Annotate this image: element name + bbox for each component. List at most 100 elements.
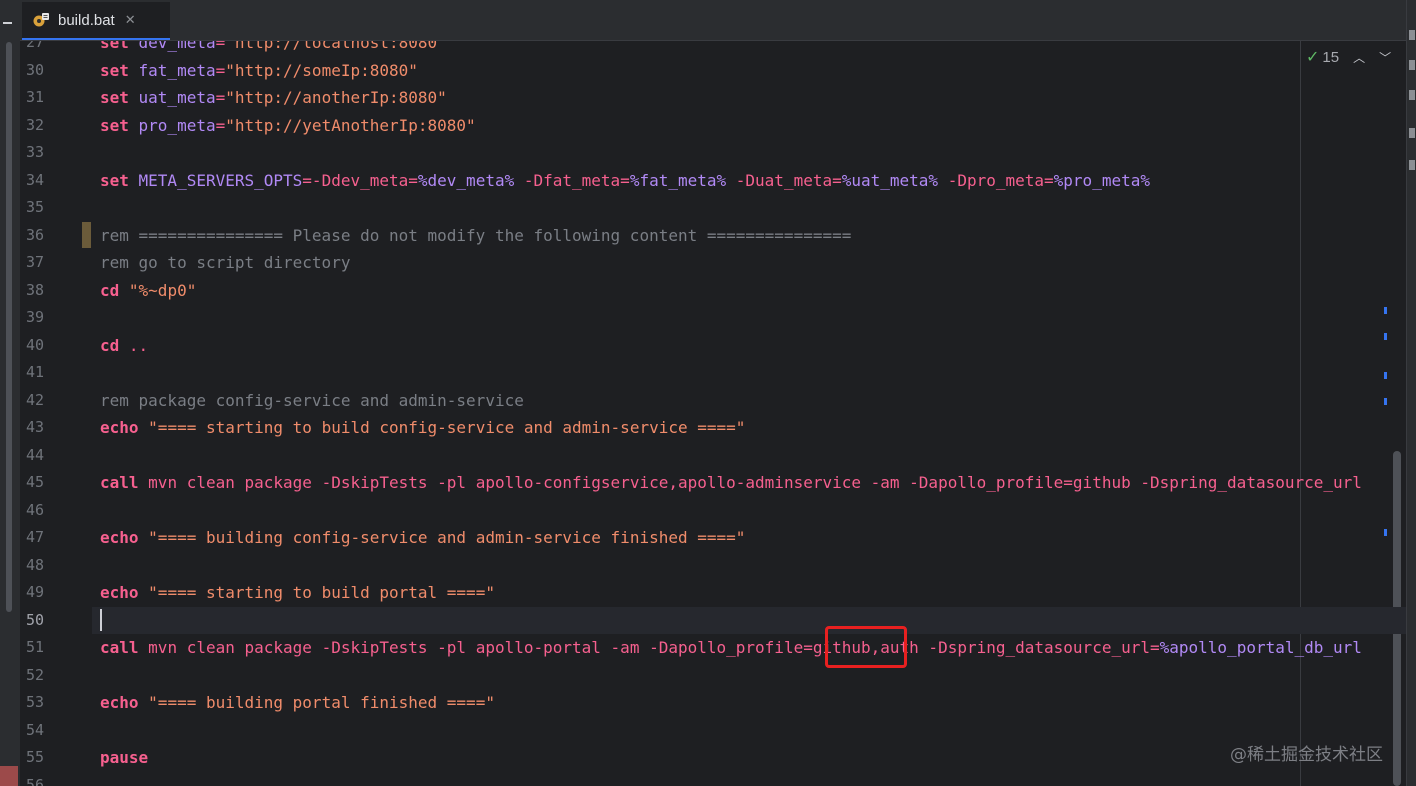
line-code: rem go to script directory — [100, 249, 350, 276]
minimize-icon[interactable] — [3, 22, 12, 24]
code-line[interactable]: 38 cd "%~dp0" — [20, 277, 1406, 304]
code-line[interactable]: 40 cd .. — [20, 332, 1406, 359]
code-token: cd — [100, 280, 129, 300]
code-line[interactable]: 37 rem go to script directory — [20, 249, 1406, 276]
code-line[interactable]: 52 — [20, 662, 1406, 689]
code-line[interactable]: 27 set dev_meta="http://localhost:8080" — [20, 41, 1406, 56]
line-number: 46 — [25, 500, 44, 519]
code-line[interactable]: 42 rem package config-service and admin-s… — [20, 387, 1406, 414]
code-line[interactable]: 50 — [20, 607, 1406, 634]
code-token: fat_meta — [138, 60, 216, 80]
line-number: 33 — [25, 143, 44, 161]
code-line[interactable]: 41 — [20, 359, 1406, 386]
code-token: "==== building config-service and admin-… — [148, 528, 746, 547]
code-token: %apollo_portal_db_url — [1159, 638, 1362, 657]
code-token: "http://yetAnotherIp:8080" — [225, 115, 476, 135]
code-token: set — [100, 170, 139, 190]
line-number: 54 — [25, 720, 44, 739]
text-caret — [100, 608, 102, 631]
line-number: 42 — [25, 390, 44, 409]
code-token: echo — [100, 693, 149, 712]
code-token: call — [100, 473, 149, 492]
highlight-box — [825, 626, 907, 668]
left-tool-strip — [0, 0, 21, 786]
line-number: 48 — [25, 555, 44, 574]
error-marker — [0, 766, 18, 786]
line-number: 39 — [25, 308, 44, 326]
line-code: rem package config-service and admin-ser… — [100, 387, 524, 414]
line-number: 50 — [25, 610, 44, 629]
code-line[interactable]: 47 echo "==== building config-service and… — [20, 524, 1406, 551]
editor-tab-bar: build.bat ✕ — [20, 0, 1406, 41]
code-line[interactable]: 48 — [20, 552, 1406, 579]
code-token: "==== starting to build portal ====" — [148, 583, 495, 602]
code-line[interactable]: 46 — [20, 497, 1406, 524]
code-line[interactable]: 56 — [20, 772, 1406, 786]
line-number: 32 — [25, 115, 44, 134]
code-line[interactable]: 54 — [20, 717, 1406, 744]
code-line[interactable]: 31 set uat_meta="http://anotherIp:8080" — [20, 84, 1406, 111]
line-code: cd "%~dp0" — [100, 277, 196, 304]
line-number: 43 — [25, 418, 44, 436]
line-code: rem =============== Please do not modify… — [100, 222, 851, 249]
code-token: rem go to script directory — [100, 253, 351, 272]
line-code: cd .. — [100, 332, 148, 359]
line-number: 47 — [25, 528, 44, 546]
line-code: echo "==== starting to build portal ====… — [100, 579, 495, 606]
line-code: call mvn clean package -DskipTests -pl a… — [100, 469, 1362, 496]
left-scrollbar[interactable] — [6, 42, 12, 612]
code-token: set — [100, 41, 139, 52]
code-line[interactable]: 30 set fat_meta="http://someIp:8080" — [20, 57, 1406, 84]
line-number: 31 — [25, 88, 44, 106]
code-token: "==== starting to build config-service a… — [148, 418, 746, 437]
code-editor[interactable]: ✓ 15 ︿ ﹀ 27 set dev_meta="http://localhos… — [20, 41, 1406, 786]
code-token: META_SERVERS_OPTS — [138, 170, 303, 190]
code-token: mvn clean package -DskipTests -pl apollo… — [148, 473, 1362, 492]
line-number: 38 — [25, 280, 44, 299]
code-line[interactable]: 43 echo "==== starting to build config-se… — [20, 414, 1406, 441]
line-number: 34 — [25, 170, 44, 189]
code-token: %dev_meta% — [417, 170, 515, 190]
close-icon[interactable]: ✕ — [125, 13, 136, 28]
code-token: echo — [100, 528, 149, 547]
code-token: call — [100, 638, 149, 657]
tool-window-icon[interactable] — [1409, 128, 1415, 138]
code-line[interactable]: 32 set pro_meta="http://yetAnotherIp:8080… — [20, 112, 1406, 139]
line-code: set fat_meta="http://someIp:8080" — [100, 57, 418, 84]
code-line[interactable]: 35 — [20, 194, 1406, 221]
code-token: mvn clean package -DskipTests -pl apollo… — [148, 638, 1160, 657]
line-number: 30 — [25, 60, 44, 79]
code-line[interactable]: 53 echo "==== building portal finished ==… — [20, 689, 1406, 716]
code-token: "==== building portal finished ====" — [148, 693, 495, 712]
code-token: pause — [100, 748, 149, 767]
batch-file-gear-icon — [30, 9, 52, 31]
code-token: = — [215, 115, 226, 135]
line-code: set META_SERVERS_OPTS=-Ddev_meta=%dev_me… — [100, 167, 1150, 194]
tool-window-icon[interactable] — [1409, 30, 1415, 40]
code-line[interactable]: 49 echo "==== starting to build portal ==… — [20, 579, 1406, 606]
code-token: %pro_meta% — [1053, 170, 1150, 190]
line-number: 55 — [25, 748, 44, 766]
code-line[interactable]: 39 — [20, 304, 1406, 331]
code-line[interactable]: 45 call mvn clean package -DskipTests -pl… — [20, 469, 1406, 496]
code-token: "http://anotherIp:8080" — [225, 88, 447, 107]
code-line[interactable]: 33 — [20, 139, 1406, 166]
line-number: 49 — [25, 583, 44, 601]
code-token: echo — [100, 418, 149, 437]
tool-window-icon[interactable] — [1409, 60, 1415, 70]
code-token: pro_meta — [138, 115, 216, 135]
line-number: 37 — [25, 253, 44, 271]
code-line[interactable]: 34 set META_SERVERS_OPTS=-Ddev_meta=%dev_… — [20, 167, 1406, 194]
code-line[interactable]: 51 call mvn clean package -DskipTests -pl… — [20, 634, 1406, 661]
tab-label: build.bat — [58, 11, 115, 29]
tool-window-icon[interactable] — [1409, 160, 1415, 170]
code-token: "%~dp0" — [128, 280, 197, 300]
tool-window-icon[interactable] — [1409, 90, 1415, 100]
code-line[interactable]: 36 rem =============== Please do not modi… — [20, 222, 1406, 249]
code-token: = — [215, 41, 226, 52]
code-token: set — [100, 60, 139, 80]
tab-build-bat[interactable]: build.bat ✕ — [22, 2, 170, 40]
code-line[interactable]: 55 pause — [20, 744, 1406, 771]
code-line[interactable]: 44 — [20, 442, 1406, 469]
line-code: echo "==== starting to build config-serv… — [100, 414, 745, 441]
